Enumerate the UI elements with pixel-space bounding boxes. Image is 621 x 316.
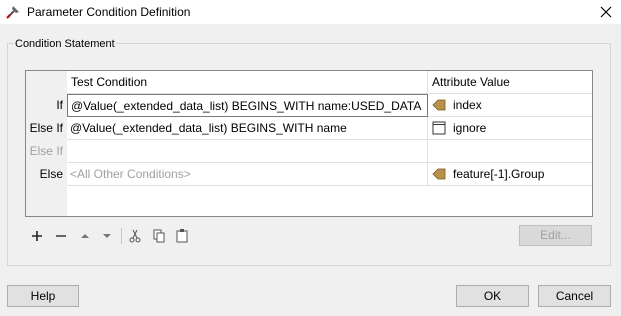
table-row[interactable]: Else <All Other Conditions> feature[-1].… (26, 163, 592, 186)
title-bar: Parameter Condition Definition (0, 0, 621, 24)
column-header-attribute-value[interactable]: Attribute Value (428, 71, 592, 94)
test-condition-cell[interactable]: @Value(_extended_data_list) BEGINS_WITH … (67, 117, 428, 140)
attribute-value-cell[interactable]: feature[-1].Group (428, 163, 592, 186)
window-title: Parameter Condition Definition (27, 5, 191, 19)
edit-button[interactable]: Edit... (519, 225, 592, 246)
test-condition-cell[interactable]: @Value(_extended_data_list) BEGINS_WITH … (67, 94, 428, 117)
row-label: Else (39, 167, 63, 181)
attribute-value-text: index (453, 98, 482, 112)
fme-workbench-icon (6, 6, 19, 19)
attribute-value-cell[interactable] (428, 140, 592, 163)
column-header-test-condition[interactable]: Test Condition (67, 71, 428, 94)
attribute-value-text: feature[-1].Group (453, 167, 545, 181)
table-row[interactable]: Else If (26, 140, 592, 163)
attribute-value-cell[interactable]: ignore (428, 117, 592, 140)
row-label: Else If (29, 144, 63, 158)
cancel-button[interactable]: Cancel (538, 285, 611, 307)
remove-icon[interactable] (52, 227, 70, 245)
condition-table: Test Condition Attribute Value If @Value… (25, 70, 593, 217)
toolbar-separator (121, 228, 122, 244)
paste-icon[interactable] (173, 227, 191, 245)
ok-button[interactable]: OK (456, 285, 529, 307)
test-condition-cell[interactable]: <All Other Conditions> (67, 163, 428, 186)
cut-icon[interactable] (126, 227, 144, 245)
row-label: If (56, 98, 63, 112)
attribute-arrow-icon (432, 168, 446, 180)
attribute-value-cell[interactable]: index (428, 94, 592, 117)
close-icon[interactable] (597, 3, 615, 21)
row-label: Else If (29, 121, 63, 135)
table-row[interactable]: If @Value(_extended_data_list) BEGINS_WI… (26, 94, 592, 117)
copy-icon[interactable] (150, 227, 168, 245)
move-up-icon[interactable] (76, 227, 94, 245)
add-icon[interactable] (28, 227, 46, 245)
constant-box-icon (432, 121, 446, 135)
attribute-value-text: ignore (453, 121, 487, 135)
table-row[interactable]: Else If @Value(_extended_data_list) BEGI… (26, 117, 592, 140)
help-button[interactable]: Help (7, 285, 79, 307)
move-down-icon[interactable] (98, 227, 116, 245)
attribute-arrow-icon (432, 99, 446, 111)
test-condition-cell[interactable] (67, 140, 428, 163)
group-label: Condition Statement (14, 38, 116, 50)
